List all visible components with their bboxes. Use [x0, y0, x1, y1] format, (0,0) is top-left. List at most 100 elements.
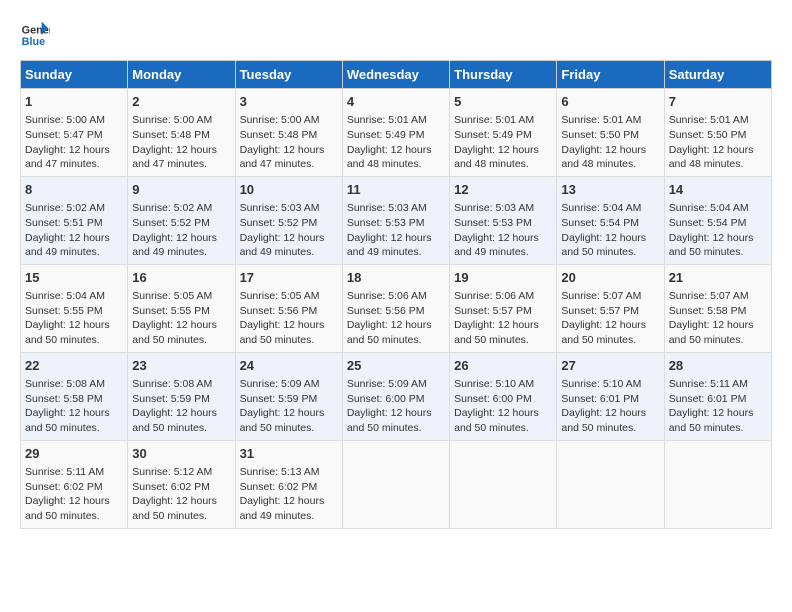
day-info: Sunset: 6:01 PM: [669, 392, 767, 407]
day-info: Daylight: 12 hours: [240, 494, 338, 509]
day-info: Daylight: 12 hours: [25, 231, 123, 246]
day-number: 5: [454, 93, 552, 111]
calendar-week-row: 1Sunrise: 5:00 AMSunset: 5:47 PMDaylight…: [21, 89, 772, 177]
day-info: and 47 minutes.: [25, 157, 123, 172]
day-info: and 49 minutes.: [240, 509, 338, 524]
day-info: Sunrise: 5:13 AM: [240, 465, 338, 480]
calendar-cell: 5Sunrise: 5:01 AMSunset: 5:49 PMDaylight…: [450, 89, 557, 177]
day-info: Sunset: 5:56 PM: [347, 304, 445, 319]
calendar-cell: 17Sunrise: 5:05 AMSunset: 5:56 PMDayligh…: [235, 264, 342, 352]
calendar-cell: 21Sunrise: 5:07 AMSunset: 5:58 PMDayligh…: [664, 264, 771, 352]
day-info: Sunset: 5:50 PM: [669, 128, 767, 143]
day-number: 22: [25, 357, 123, 375]
day-info: and 48 minutes.: [561, 157, 659, 172]
day-info: Sunrise: 5:09 AM: [347, 377, 445, 392]
day-info: Sunset: 5:57 PM: [561, 304, 659, 319]
day-info: and 50 minutes.: [132, 421, 230, 436]
day-info: and 50 minutes.: [132, 509, 230, 524]
day-info: Daylight: 12 hours: [347, 231, 445, 246]
calendar-header-row: SundayMondayTuesdayWednesdayThursdayFrid…: [21, 61, 772, 89]
day-info: Sunset: 5:51 PM: [25, 216, 123, 231]
day-number: 28: [669, 357, 767, 375]
day-info: Sunrise: 5:01 AM: [561, 113, 659, 128]
day-info: Daylight: 12 hours: [347, 406, 445, 421]
day-info: and 49 minutes.: [25, 245, 123, 260]
day-info: Sunset: 5:47 PM: [25, 128, 123, 143]
calendar-cell: 30Sunrise: 5:12 AMSunset: 6:02 PMDayligh…: [128, 440, 235, 528]
day-info: Sunrise: 5:00 AM: [240, 113, 338, 128]
day-info: Sunrise: 5:06 AM: [454, 289, 552, 304]
logo: General Blue: [20, 20, 50, 50]
calendar-cell: 22Sunrise: 5:08 AMSunset: 5:58 PMDayligh…: [21, 352, 128, 440]
day-number: 27: [561, 357, 659, 375]
day-info: Sunset: 5:48 PM: [240, 128, 338, 143]
day-info: Sunset: 5:56 PM: [240, 304, 338, 319]
calendar-cell: 29Sunrise: 5:11 AMSunset: 6:02 PMDayligh…: [21, 440, 128, 528]
column-header-sunday: Sunday: [21, 61, 128, 89]
day-info: Daylight: 12 hours: [240, 318, 338, 333]
day-info: Sunrise: 5:05 AM: [240, 289, 338, 304]
day-info: and 49 minutes.: [132, 245, 230, 260]
column-header-friday: Friday: [557, 61, 664, 89]
calendar-cell: 4Sunrise: 5:01 AMSunset: 5:49 PMDaylight…: [342, 89, 449, 177]
day-info: Sunrise: 5:04 AM: [561, 201, 659, 216]
day-info: Sunrise: 5:01 AM: [669, 113, 767, 128]
day-info: Sunset: 5:58 PM: [25, 392, 123, 407]
day-number: 10: [240, 181, 338, 199]
day-number: 6: [561, 93, 659, 111]
day-info: and 50 minutes.: [347, 421, 445, 436]
svg-text:Blue: Blue: [22, 36, 45, 48]
day-info: Sunrise: 5:06 AM: [347, 289, 445, 304]
column-header-tuesday: Tuesday: [235, 61, 342, 89]
day-info: Sunset: 5:55 PM: [132, 304, 230, 319]
day-number: 29: [25, 445, 123, 463]
calendar-cell: 11Sunrise: 5:03 AMSunset: 5:53 PMDayligh…: [342, 176, 449, 264]
column-header-monday: Monday: [128, 61, 235, 89]
day-info: Sunrise: 5:11 AM: [25, 465, 123, 480]
day-info: Sunrise: 5:04 AM: [669, 201, 767, 216]
day-info: Sunrise: 5:02 AM: [25, 201, 123, 216]
day-info: and 50 minutes.: [669, 421, 767, 436]
calendar-cell: 9Sunrise: 5:02 AMSunset: 5:52 PMDaylight…: [128, 176, 235, 264]
day-number: 24: [240, 357, 338, 375]
day-info: Sunset: 6:01 PM: [561, 392, 659, 407]
day-info: Sunset: 5:59 PM: [132, 392, 230, 407]
day-info: Sunset: 5:57 PM: [454, 304, 552, 319]
day-info: Sunset: 5:55 PM: [25, 304, 123, 319]
day-info: Sunset: 5:50 PM: [561, 128, 659, 143]
day-info: Sunrise: 5:00 AM: [25, 113, 123, 128]
day-info: Sunrise: 5:02 AM: [132, 201, 230, 216]
calendar-cell: 23Sunrise: 5:08 AMSunset: 5:59 PMDayligh…: [128, 352, 235, 440]
calendar-cell: 8Sunrise: 5:02 AMSunset: 5:51 PMDaylight…: [21, 176, 128, 264]
day-info: and 50 minutes.: [561, 421, 659, 436]
day-info: and 50 minutes.: [561, 245, 659, 260]
calendar-cell: 12Sunrise: 5:03 AMSunset: 5:53 PMDayligh…: [450, 176, 557, 264]
day-info: Daylight: 12 hours: [347, 318, 445, 333]
calendar-cell: 19Sunrise: 5:06 AMSunset: 5:57 PMDayligh…: [450, 264, 557, 352]
calendar-cell: [450, 440, 557, 528]
day-number: 26: [454, 357, 552, 375]
day-info: Daylight: 12 hours: [25, 318, 123, 333]
day-info: Sunset: 5:52 PM: [132, 216, 230, 231]
day-info: Sunset: 6:02 PM: [240, 480, 338, 495]
calendar-cell: 28Sunrise: 5:11 AMSunset: 6:01 PMDayligh…: [664, 352, 771, 440]
day-info: and 50 minutes.: [669, 333, 767, 348]
day-info: Sunrise: 5:05 AM: [132, 289, 230, 304]
day-number: 19: [454, 269, 552, 287]
day-number: 9: [132, 181, 230, 199]
day-info: Sunrise: 5:04 AM: [25, 289, 123, 304]
day-info: and 48 minutes.: [454, 157, 552, 172]
day-number: 12: [454, 181, 552, 199]
day-info: Sunset: 6:00 PM: [347, 392, 445, 407]
day-info: Sunrise: 5:00 AM: [132, 113, 230, 128]
day-info: Daylight: 12 hours: [561, 231, 659, 246]
day-info: Sunset: 6:02 PM: [132, 480, 230, 495]
day-info: Sunset: 6:00 PM: [454, 392, 552, 407]
day-info: and 48 minutes.: [669, 157, 767, 172]
day-number: 1: [25, 93, 123, 111]
day-info: Daylight: 12 hours: [132, 406, 230, 421]
day-info: and 50 minutes.: [240, 333, 338, 348]
day-info: Daylight: 12 hours: [240, 231, 338, 246]
day-number: 3: [240, 93, 338, 111]
day-info: and 50 minutes.: [454, 421, 552, 436]
